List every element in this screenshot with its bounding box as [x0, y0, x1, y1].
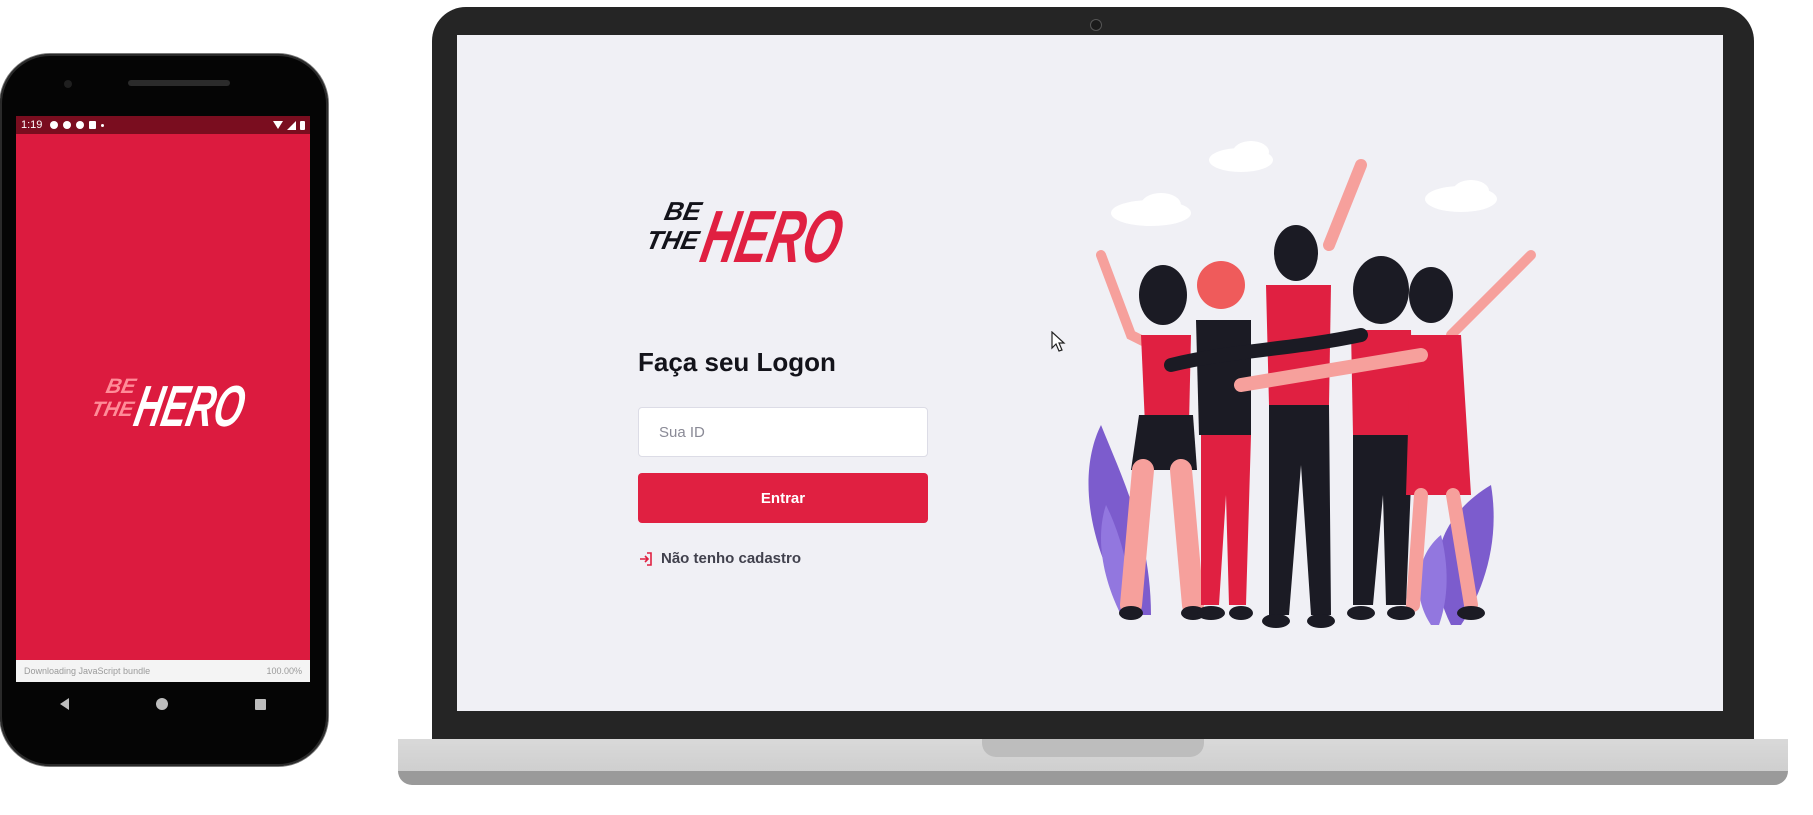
phone-camera — [64, 80, 72, 88]
status-system-icons — [273, 120, 305, 130]
settings-icon — [50, 121, 59, 129]
android-nav-bar — [16, 682, 310, 726]
laptop-camera — [1090, 19, 1102, 31]
phone-device: 1:19 BE THE HERO Downloading JavaScript … — [0, 54, 328, 766]
logo-hero: HERO — [129, 375, 251, 436]
laptop-device: BE THE HERO Faça seu Logon Entrar Não te… — [432, 7, 1754, 743]
submit-button[interactable]: Entrar — [638, 473, 928, 523]
wifi-icon — [273, 121, 283, 129]
status-notification-icons — [50, 121, 105, 129]
logo-hero: HERO — [695, 195, 848, 274]
laptop-notch — [982, 739, 1204, 757]
register-link[interactable]: Não tenho cadastro — [638, 550, 801, 567]
bundle-status-text: Downloading JavaScript bundle — [24, 666, 151, 676]
status-bar: 1:19 — [16, 116, 310, 134]
shield-icon — [76, 121, 85, 129]
logo-the: THE — [89, 398, 137, 421]
status-time: 1:19 — [21, 119, 43, 131]
laptop-base-edge — [398, 771, 1788, 785]
bundle-progress-value: 100.00% — [266, 666, 302, 676]
logo-the: THE — [644, 225, 704, 255]
app-icon — [63, 121, 72, 129]
bundle-progress-bar: Downloading JavaScript bundle 100.00% — [16, 660, 310, 682]
register-link-label: Não tenho cadastro — [661, 550, 802, 567]
home-icon[interactable] — [155, 698, 168, 710]
phone-speaker — [128, 80, 230, 86]
page-title: Faça seu Logon — [638, 347, 836, 377]
heroes-illustration — [1088, 141, 1536, 628]
signal-icon — [287, 120, 296, 130]
dot-icon — [101, 123, 105, 127]
logo-be: BE — [662, 196, 706, 226]
logon-page: BE THE HERO Faça seu Logon Entrar Não te… — [457, 35, 1723, 711]
battery-icon — [300, 120, 305, 130]
logo-be: BE — [104, 375, 139, 398]
recents-icon[interactable] — [255, 698, 267, 710]
brand-logo: BE THE HERO — [644, 195, 848, 274]
sd-card-icon — [89, 121, 97, 129]
phone-splash-screen: 1:19 BE THE HERO Downloading JavaScript … — [16, 116, 310, 682]
splash-logo: BE THE HERO — [89, 375, 251, 436]
id-input[interactable] — [638, 407, 928, 457]
back-icon[interactable] — [59, 698, 69, 710]
log-in-icon — [640, 551, 652, 566]
